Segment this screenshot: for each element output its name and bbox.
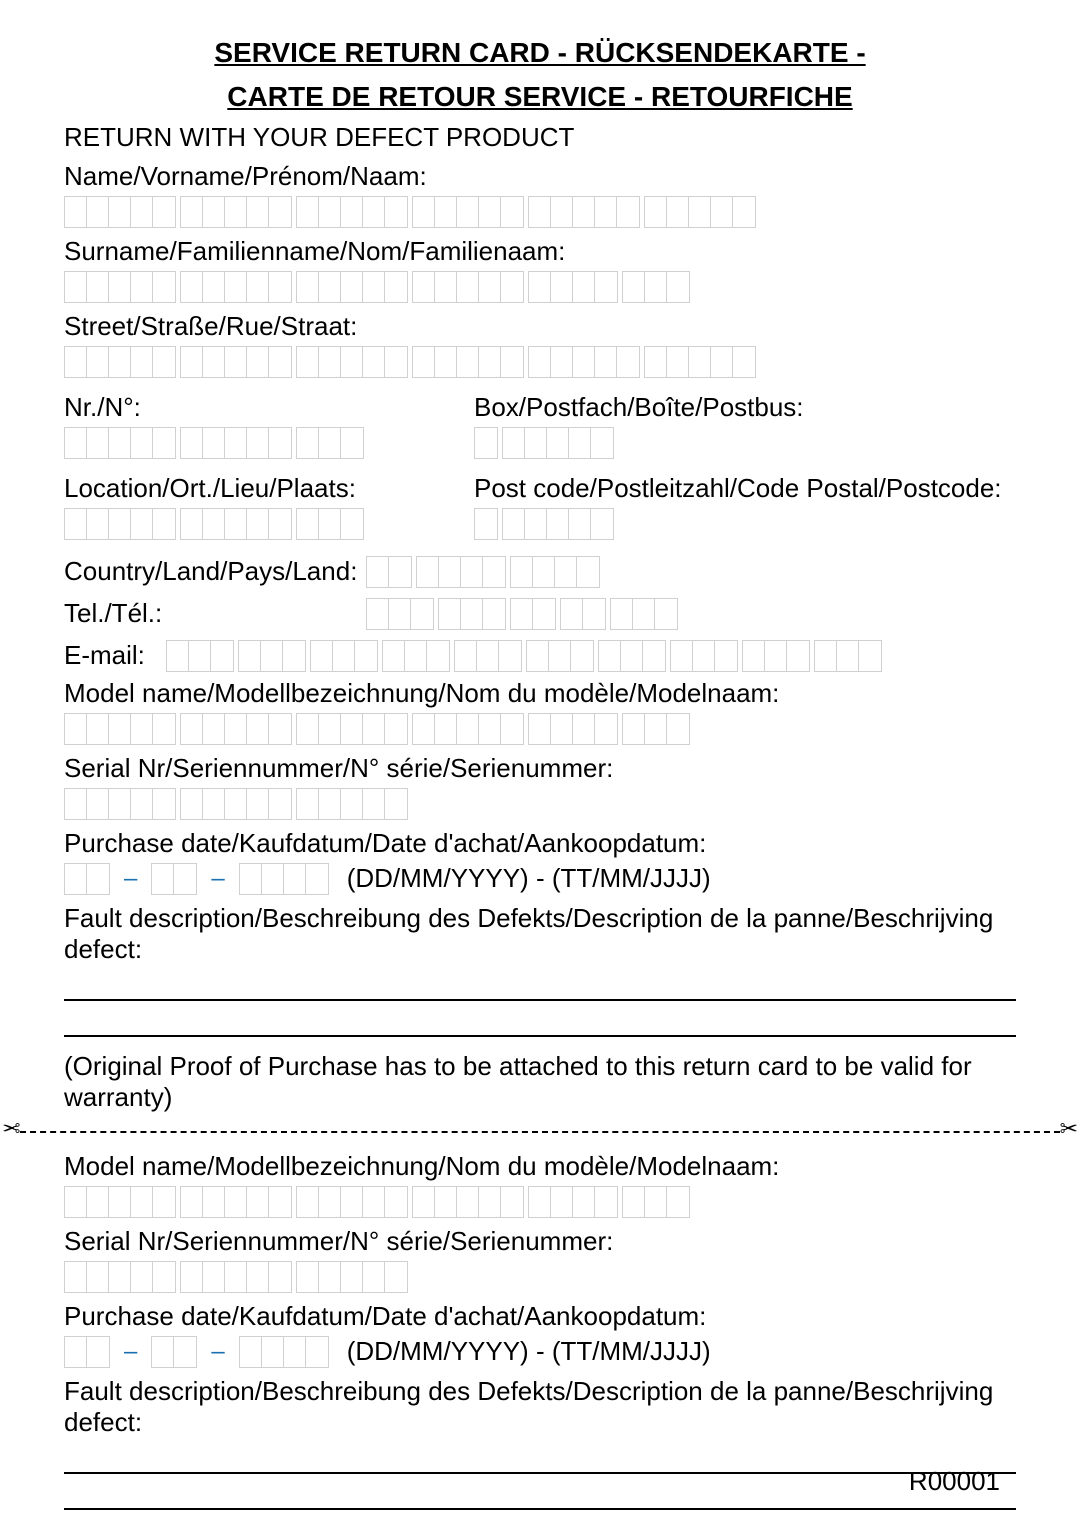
- input-tel[interactable]: [366, 598, 678, 630]
- input-country[interactable]: [366, 556, 600, 588]
- label-email: E-mail:: [64, 640, 154, 671]
- stub-date-separator-1: –: [120, 1338, 141, 1366]
- label-purchase-date: Purchase date/Kaufdatum/Date d'achat/Aan…: [64, 828, 1016, 859]
- stub-label-serial: Serial Nr/Seriennummer/N° série/Serienum…: [64, 1226, 1016, 1257]
- input-surname[interactable]: [64, 271, 1016, 303]
- label-name: Name/Vorname/Prénom/Naam:: [64, 161, 1016, 192]
- input-nr[interactable]: [64, 427, 424, 459]
- label-location: Location/Ort./Lieu/Plaats:: [64, 473, 424, 504]
- input-postcode[interactable]: [474, 508, 614, 540]
- stub-input-fault-line-2[interactable]: [64, 1480, 1016, 1510]
- stub-input-model[interactable]: [64, 1186, 1016, 1218]
- input-email[interactable]: [166, 640, 882, 672]
- stub-label-fault: Fault description/Beschreibung des Defek…: [64, 1376, 1016, 1438]
- stub-label-model: Model name/Modellbezeichnung/Nom du modè…: [64, 1151, 1016, 1182]
- label-model: Model name/Modellbezeichnung/Nom du modè…: [64, 678, 1016, 709]
- input-name[interactable]: [64, 196, 1016, 228]
- input-location[interactable]: [64, 508, 424, 540]
- instructions: RETURN WITH YOUR DEFECT PRODUCT: [64, 122, 1016, 153]
- label-tel: Tel./Tél.:: [64, 598, 354, 629]
- label-postcode: Post code/Postleitzahl/Code Postal/Postc…: [474, 473, 1002, 504]
- cut-line: ✂ ✂: [0, 1121, 1080, 1141]
- stub-input-date-dd[interactable]: [64, 1336, 110, 1368]
- stub-input-date-yyyy[interactable]: [239, 1336, 329, 1368]
- input-date-mm[interactable]: [151, 863, 197, 895]
- date-format-hint: (DD/MM/YYYY) - (TT/MM/JJJJ): [347, 863, 711, 894]
- warranty-note: (Original Proof of Purchase has to be at…: [64, 1051, 1016, 1113]
- footer-code: R00001: [909, 1466, 1000, 1497]
- input-street[interactable]: [64, 346, 1016, 378]
- stub-date-separator-2: –: [207, 1338, 228, 1366]
- input-fault-line-1[interactable]: [64, 971, 1016, 1001]
- label-box: Box/Postfach/Boîte/Postbus:: [474, 392, 804, 423]
- stub-label-purchase-date: Purchase date/Kaufdatum/Date d'achat/Aan…: [64, 1301, 1016, 1332]
- input-serial[interactable]: [64, 788, 1016, 820]
- date-separator-1: –: [120, 865, 141, 893]
- label-serial: Serial Nr/Seriennummer/N° série/Serienum…: [64, 753, 1016, 784]
- stub-input-date-mm[interactable]: [151, 1336, 197, 1368]
- page-title-line2: CARTE DE RETOUR SERVICE - RETOURFICHE: [64, 78, 1016, 116]
- label-surname: Surname/Familienname/Nom/Familienaam:: [64, 236, 1016, 267]
- label-nr: Nr./N°:: [64, 392, 424, 423]
- input-fault-line-2[interactable]: [64, 1007, 1016, 1037]
- label-street: Street/Straße/Rue/Straat:: [64, 311, 1016, 342]
- stub-input-fault-line-1[interactable]: [64, 1444, 1016, 1474]
- stub-date-format-hint: (DD/MM/YYYY) - (TT/MM/JJJJ): [347, 1336, 711, 1367]
- input-model[interactable]: [64, 713, 1016, 745]
- input-box[interactable]: [474, 427, 614, 459]
- page-title-line1: SERVICE RETURN CARD - RÜCKSENDEKARTE -: [64, 34, 1016, 72]
- scissors-icon: ✂: [2, 1116, 20, 1142]
- input-date-yyyy[interactable]: [239, 863, 329, 895]
- label-country: Country/Land/Pays/Land:: [64, 556, 354, 587]
- date-separator-2: –: [207, 865, 228, 893]
- label-fault: Fault description/Beschreibung des Defek…: [64, 903, 1016, 965]
- input-date-dd[interactable]: [64, 863, 110, 895]
- scissors-icon: ✂: [1060, 1116, 1078, 1142]
- stub-input-serial[interactable]: [64, 1261, 1016, 1293]
